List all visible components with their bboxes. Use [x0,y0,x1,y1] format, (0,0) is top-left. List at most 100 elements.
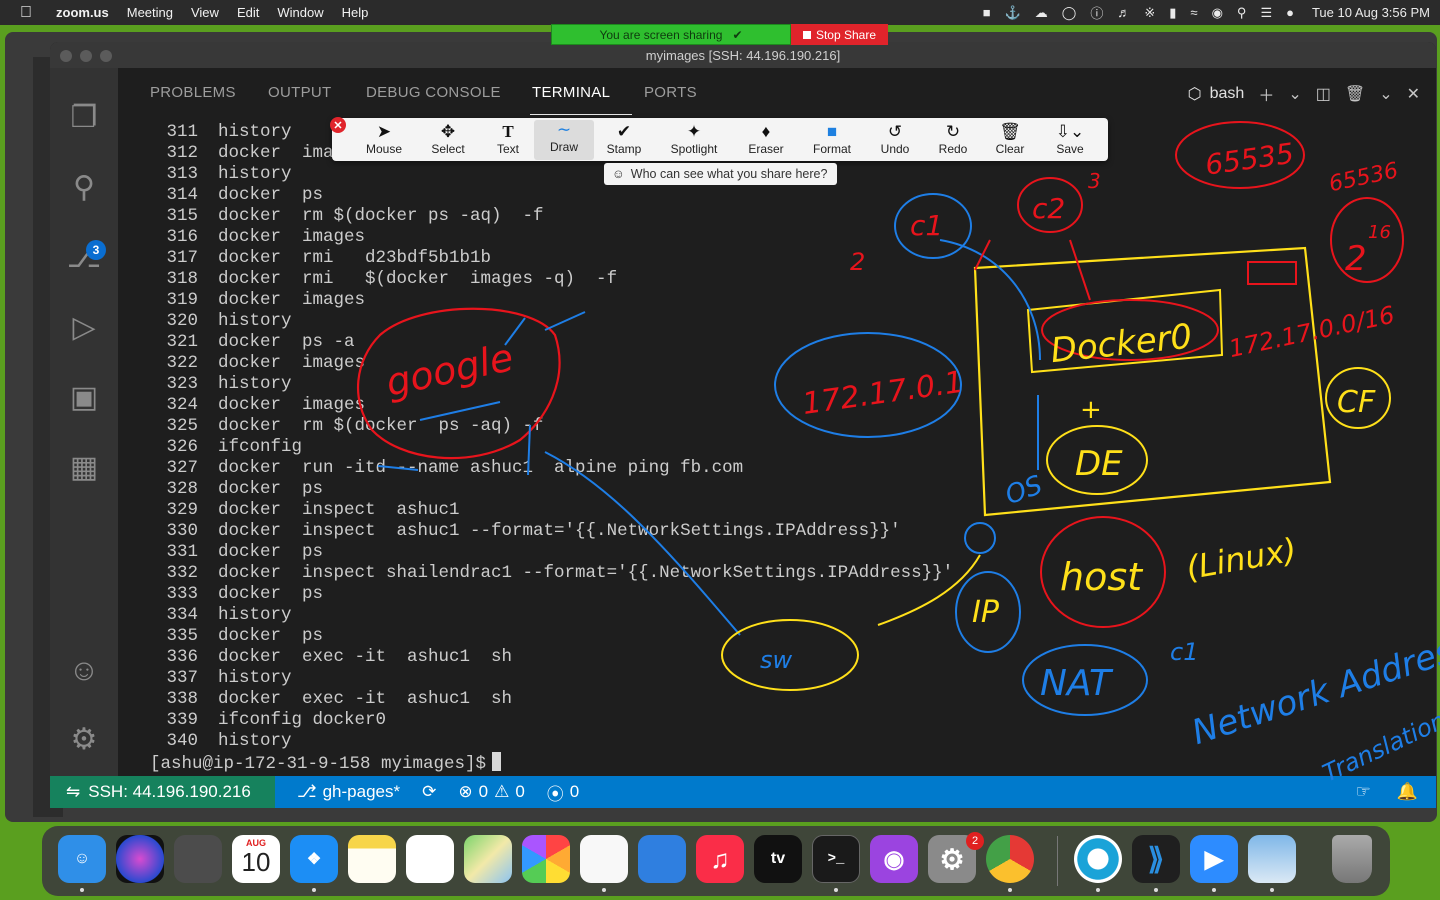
notes-icon[interactable] [348,835,396,883]
siri-icon[interactable]: ● [1286,5,1294,20]
photos-icon[interactable] [522,835,570,883]
terminal-prompt[interactable]: [ashu@ip-172-31-9-158 myimages]$ [150,752,502,774]
split-terminal-icon[interactable]: ◫ [1316,84,1331,104]
accounts-icon[interactable]: ☺ [67,654,101,688]
menu-edit[interactable]: Edit [237,5,259,20]
menu-view[interactable]: View [191,5,219,20]
history-number: 319 [166,290,198,310]
menu-window[interactable]: Window [277,5,323,20]
history-number: 334 [166,605,198,625]
maps-icon[interactable] [464,835,512,883]
tool-stamp[interactable]: ✔ Stamp [594,122,654,158]
run-debug-icon[interactable]: ▷ [67,310,101,344]
zoom-status-icon[interactable]: ■ [983,5,991,20]
safari-icon[interactable]: ❖ [290,835,338,883]
close-window-icon[interactable] [60,50,72,62]
history-number: 312 [166,143,198,163]
tool-clear[interactable]: 🗑 Clear [980,122,1040,158]
tool-text[interactable]: T Text [478,122,538,158]
sync-icon[interactable]: ◯ [1062,5,1077,21]
trash-icon: 🗑 [999,122,1021,141]
tool-undo[interactable]: ↺ Undo [865,122,925,158]
preview-icon[interactable] [1248,835,1296,883]
tab-problems[interactable]: PROBLEMS [150,84,236,101]
tool-eraser[interactable]: ♦ Eraser [736,122,796,158]
maximize-panel-icon[interactable]: ⌄ [1379,84,1392,104]
tool-mouse[interactable]: ➤ Mouse [354,122,414,158]
apple-icon[interactable]:  [20,4,40,22]
search-icon[interactable]: ⚲ [1237,5,1247,21]
trash-icon[interactable]: 🗑 [1345,84,1365,104]
reminders-icon[interactable] [406,835,454,883]
vscode-icon[interactable]: ⟫ [1132,835,1180,883]
close-panel-icon[interactable]: ✕ [1407,84,1420,104]
apple-tv-icon[interactable]: tv [754,835,802,883]
menu-meeting[interactable]: Meeting [127,5,173,20]
zoom-window-icon[interactable] [100,50,112,62]
music-icon[interactable]: ♫ [696,835,744,883]
info-icon[interactable]: ⓘ [1090,3,1103,22]
calendar-icon[interactable]: AUG 10 [232,835,280,883]
tool-spotlight[interactable]: ✦ Spotlight [664,122,724,158]
wifi-icon[interactable]: ≈ [1190,5,1197,20]
siri-icon[interactable] [116,835,164,883]
tool-format[interactable]: ■ Format [802,122,862,158]
feedback-icon[interactable]: ☞ [1356,782,1371,802]
user-icon[interactable]: ◉ [1212,5,1223,21]
minimize-window-icon[interactable] [80,50,92,62]
sharing-status[interactable]: You are screen sharing ✔ [551,24,791,45]
terminal-line: 332 docker inspect shailendrac1 --format=… [148,563,953,584]
bluetooth-icon[interactable]: ※ [1144,5,1155,21]
terminal-app-icon[interactable]: >_ [812,835,860,883]
battery-icon[interactable]: ▮ [1169,5,1176,21]
terminal-shell-selector[interactable]: ⬡ bash [1188,84,1245,104]
history-number: 333 [166,584,198,604]
history-command: docker images [218,227,366,247]
search-icon[interactable]: ⚲ [67,170,101,204]
settings-gear-icon[interactable]: ⚙ [67,722,101,756]
problems-indicator[interactable]: ⊗ 0 ⚠ 0 [458,782,524,802]
remote-explorer-icon[interactable]: ▣ [67,380,101,414]
trash-icon[interactable] [1332,835,1372,883]
keynote-icon[interactable] [638,835,686,883]
history-command: docker rmi $(docker images -q) -f [218,269,618,289]
stop-share-button[interactable]: Stop Share [791,24,888,45]
ports-indicator[interactable]: ⦿ 0 [547,780,579,805]
history-number: 320 [166,311,198,331]
menu-clock[interactable]: Tue 10 Aug 3:56 PM [1312,5,1430,20]
finder-icon[interactable]: ☺ [58,835,106,883]
docker-icon[interactable]: ⚓ [1005,5,1021,21]
explorer-icon[interactable]: ❐ [67,100,101,134]
close-annotation-icon[interactable]: ✕ [330,117,346,133]
volume-icon[interactable]: ♬ [1117,5,1130,20]
tool-draw[interactable]: ∼ Draw [534,120,594,160]
remote-indicator[interactable]: ⇋ SSH: 44.196.190.216 [50,776,275,808]
podcasts-icon[interactable]: ◉ [870,835,918,883]
menu-help[interactable]: Help [342,5,369,20]
terminal-line: 334 history [148,605,291,626]
share-visibility-hint[interactable]: ☺ Who can see what you share here? [604,163,837,185]
extensions-icon[interactable]: ▦ [67,450,101,484]
tab-output[interactable]: OUTPUT [268,84,331,101]
control-center-icon[interactable]: ☰ [1260,5,1272,21]
terminal-output[interactable]: 311 history 312 docker imag 313 history 314 doc… [118,122,1436,776]
new-terminal-icon[interactable]: ＋ [1258,82,1274,106]
bell-icon[interactable]: 🔔 [1397,782,1418,802]
tool-label: Format [812,142,851,156]
sync-button[interactable]: ⟳ [422,782,436,802]
tab-terminal[interactable]: TERMINAL [532,84,610,101]
tool-select[interactable]: ✥ Select [418,122,478,158]
launchpad-icon[interactable] [174,835,222,883]
textedit-icon[interactable] [580,835,628,883]
tab-debug-console[interactable]: DEBUG CONSOLE [366,84,501,101]
tab-ports[interactable]: PORTS [644,84,697,101]
chrome-icon[interactable] [986,835,1034,883]
chevron-down-icon[interactable]: ⌄ [1288,84,1301,104]
branch-indicator[interactable]: ⎇ gh-pages* [297,782,400,802]
zoom-app-icon[interactable] [1074,835,1122,883]
cloud-icon[interactable]: ☁ [1035,5,1048,21]
tool-save[interactable]: ⇩⌄ Save [1040,122,1100,158]
tool-redo[interactable]: ↻ Redo [923,122,983,158]
zoom-meeting-icon[interactable]: ▶ [1190,835,1238,883]
menu-app-name[interactable]: zoom.us [56,5,109,20]
